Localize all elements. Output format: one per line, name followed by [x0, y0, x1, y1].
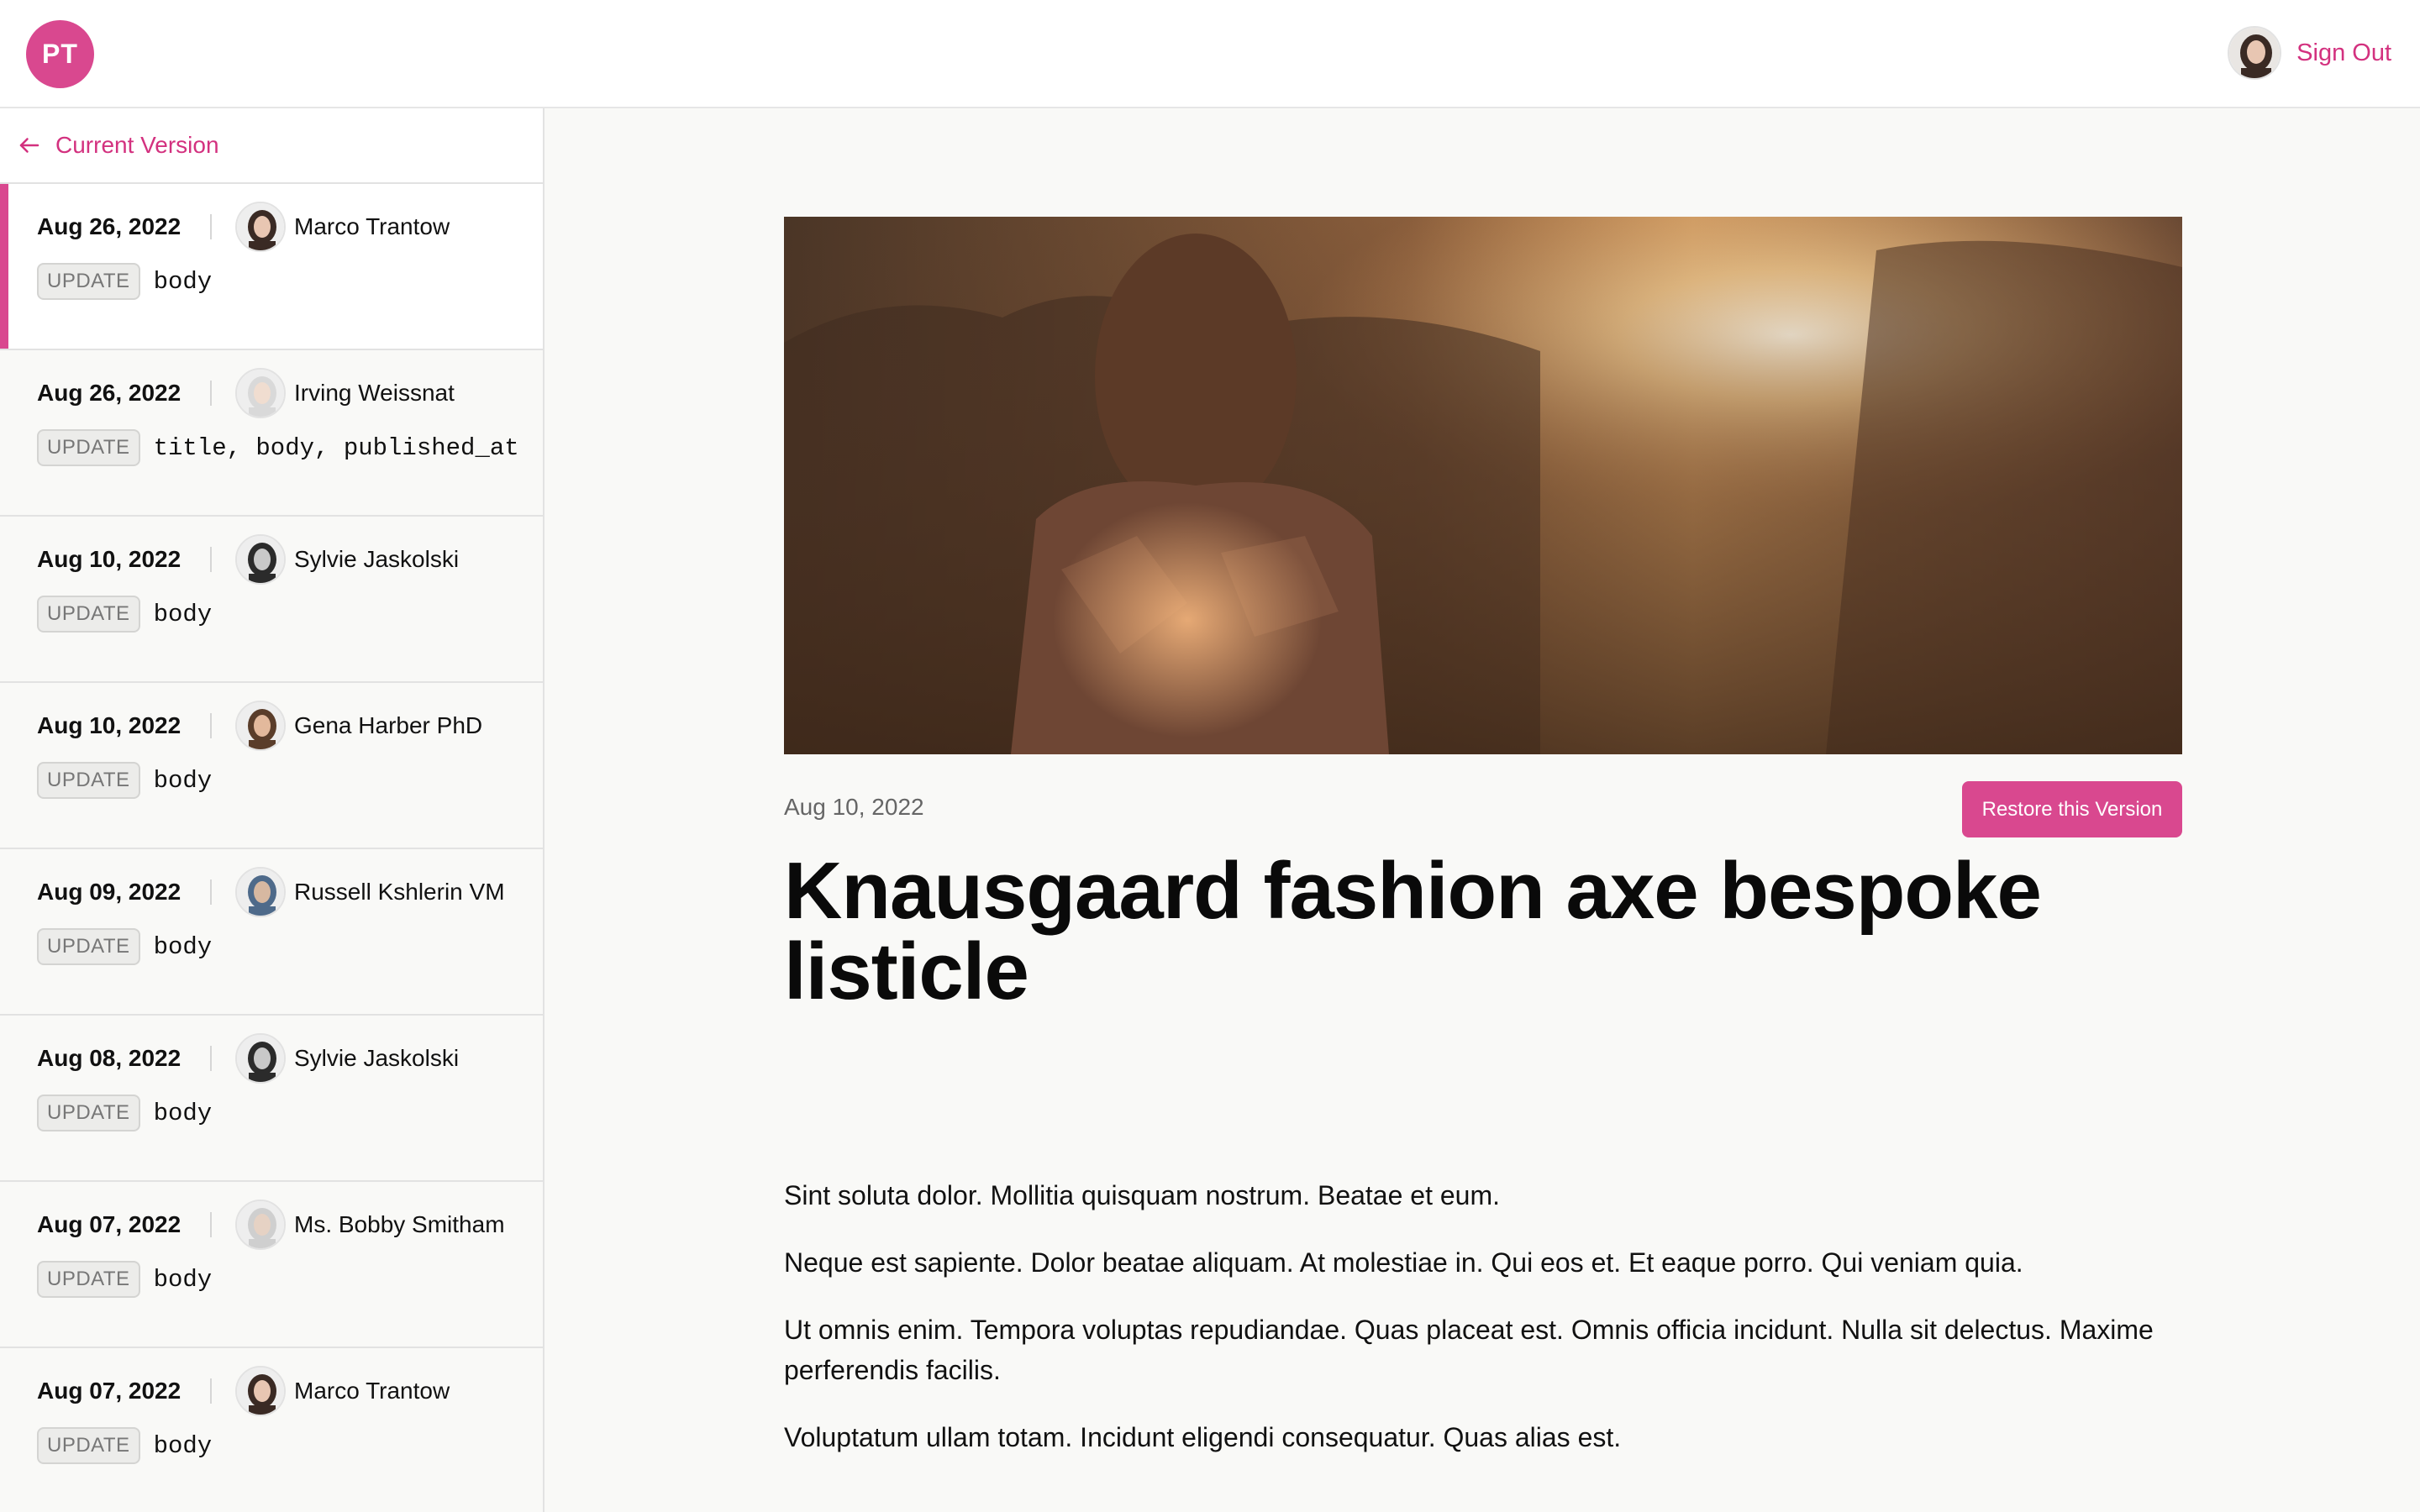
version-history-sidebar: Current Version Aug 26, 2022 Marco Tranto… — [0, 108, 544, 1512]
changed-fields: body — [153, 600, 213, 628]
version-date-label: Aug 07, 2022 — [37, 1211, 182, 1237]
divider — [210, 381, 212, 406]
version-item[interactable]: Aug 10, 2022 Gena Harber PhD UPDATE body — [0, 683, 543, 849]
author-avatar — [235, 701, 286, 751]
divider — [210, 1046, 212, 1071]
divider — [210, 547, 212, 572]
author-avatar — [235, 867, 286, 917]
current-version-label: Current Version — [55, 132, 219, 158]
divider — [210, 713, 212, 738]
current-user-avatar[interactable] — [2228, 26, 2282, 80]
top-header: PT Sign Out — [0, 0, 2420, 108]
post-paragraph: Voluptatum ullam totam. Incidunt eligend… — [784, 1422, 1622, 1452]
version-author: Sylvie Jaskolski — [294, 546, 460, 572]
post-paragraph: Ut omnis enim. Tempora voluptas repudian… — [784, 1315, 2154, 1385]
version-author: Russell Kshlerin VM — [294, 879, 505, 905]
action-badge: UPDATE — [37, 1095, 140, 1131]
version-date-label: Aug 26, 2022 — [37, 213, 182, 239]
version-author: Sylvie Jaskolski — [294, 1045, 460, 1071]
author-avatar — [235, 1366, 286, 1416]
version-date-label: Aug 10, 2022 — [37, 712, 182, 738]
author-avatar — [235, 202, 286, 252]
divider — [210, 1212, 212, 1237]
version-list: Aug 26, 2022 Marco Trantow UPDATE body Aug 2… — [0, 184, 543, 1512]
version-date-label: Aug 07, 2022 — [37, 1378, 182, 1404]
divider — [210, 214, 212, 239]
version-author: Marco Trantow — [294, 213, 450, 239]
changed-fields: title, body, published_at — [153, 433, 519, 462]
version-item[interactable]: Aug 26, 2022 Irving Weissnat UPDATE title, … — [0, 350, 543, 517]
action-badge: UPDATE — [37, 429, 140, 466]
changed-fields: body — [153, 1265, 213, 1294]
post-body: Sint soluta dolor. Mollitia quisquam nos… — [784, 1175, 2182, 1484]
version-item[interactable]: Aug 07, 2022 Ms. Bobby Smitham UPDATE body — [0, 1182, 543, 1348]
changed-fields: body — [153, 1099, 213, 1127]
arrow-left-icon — [19, 138, 39, 153]
action-badge: UPDATE — [37, 1261, 140, 1298]
author-avatar — [235, 1033, 286, 1084]
user-menu: Sign Out — [2228, 26, 2391, 80]
post-hero-image — [784, 217, 2182, 754]
version-author: Irving Weissnat — [294, 380, 455, 406]
action-badge: UPDATE — [37, 1427, 140, 1464]
version-date-label: Aug 08, 2022 — [37, 1045, 182, 1071]
action-badge: UPDATE — [37, 263, 140, 300]
author-avatar — [235, 1200, 286, 1250]
version-item[interactable]: Aug 10, 2022 Sylvie Jaskolski UPDATE body — [0, 517, 543, 683]
version-date-label: Aug 09, 2022 — [37, 879, 182, 905]
author-avatar — [235, 534, 286, 585]
author-avatar — [235, 368, 286, 418]
post-paragraph: Sint soluta dolor. Mollitia quisquam nos… — [784, 1180, 1500, 1210]
version-date-label: Aug 26, 2022 — [37, 380, 182, 406]
divider — [210, 879, 212, 905]
app-logo[interactable]: PT — [26, 20, 94, 88]
divider — [210, 1378, 212, 1404]
version-item[interactable]: Aug 09, 2022 Russell Kshlerin VM UPDATE bod… — [0, 849, 543, 1016]
changed-fields: body — [153, 766, 213, 795]
version-item[interactable]: Aug 26, 2022 Marco Trantow UPDATE body — [0, 184, 543, 350]
post-paragraph: Neque est sapiente. Dolor beatae aliquam… — [784, 1247, 2023, 1278]
action-badge: UPDATE — [37, 928, 140, 965]
version-author: Marco Trantow — [294, 1378, 450, 1404]
changed-fields: body — [153, 932, 213, 961]
version-date-label: Aug 10, 2022 — [37, 546, 182, 572]
version-author: Ms. Bobby Smitham — [294, 1211, 505, 1237]
version-item[interactable]: Aug 08, 2022 Sylvie Jaskolski UPDATE body — [0, 1016, 543, 1182]
version-preview: Aug 10, 2022 Restore this Version Knausg… — [546, 108, 2420, 1512]
current-version-link[interactable]: Current Version — [0, 108, 543, 184]
action-badge: UPDATE — [37, 596, 140, 633]
version-date: Aug 10, 2022 — [784, 794, 924, 820]
sign-out-link[interactable]: Sign Out — [2296, 39, 2391, 67]
version-author: Gena Harber PhD — [294, 712, 483, 738]
version-item[interactable]: Aug 07, 2022 Marco Trantow UPDATE body — [0, 1348, 543, 1512]
changed-fields: body — [153, 1431, 213, 1460]
post-title: Knausgaard fashion axe bespoke listicle — [784, 846, 2042, 1016]
changed-fields: body — [153, 267, 213, 296]
action-badge: UPDATE — [37, 762, 140, 799]
restore-version-button[interactable]: Restore this Version — [1962, 781, 2182, 837]
